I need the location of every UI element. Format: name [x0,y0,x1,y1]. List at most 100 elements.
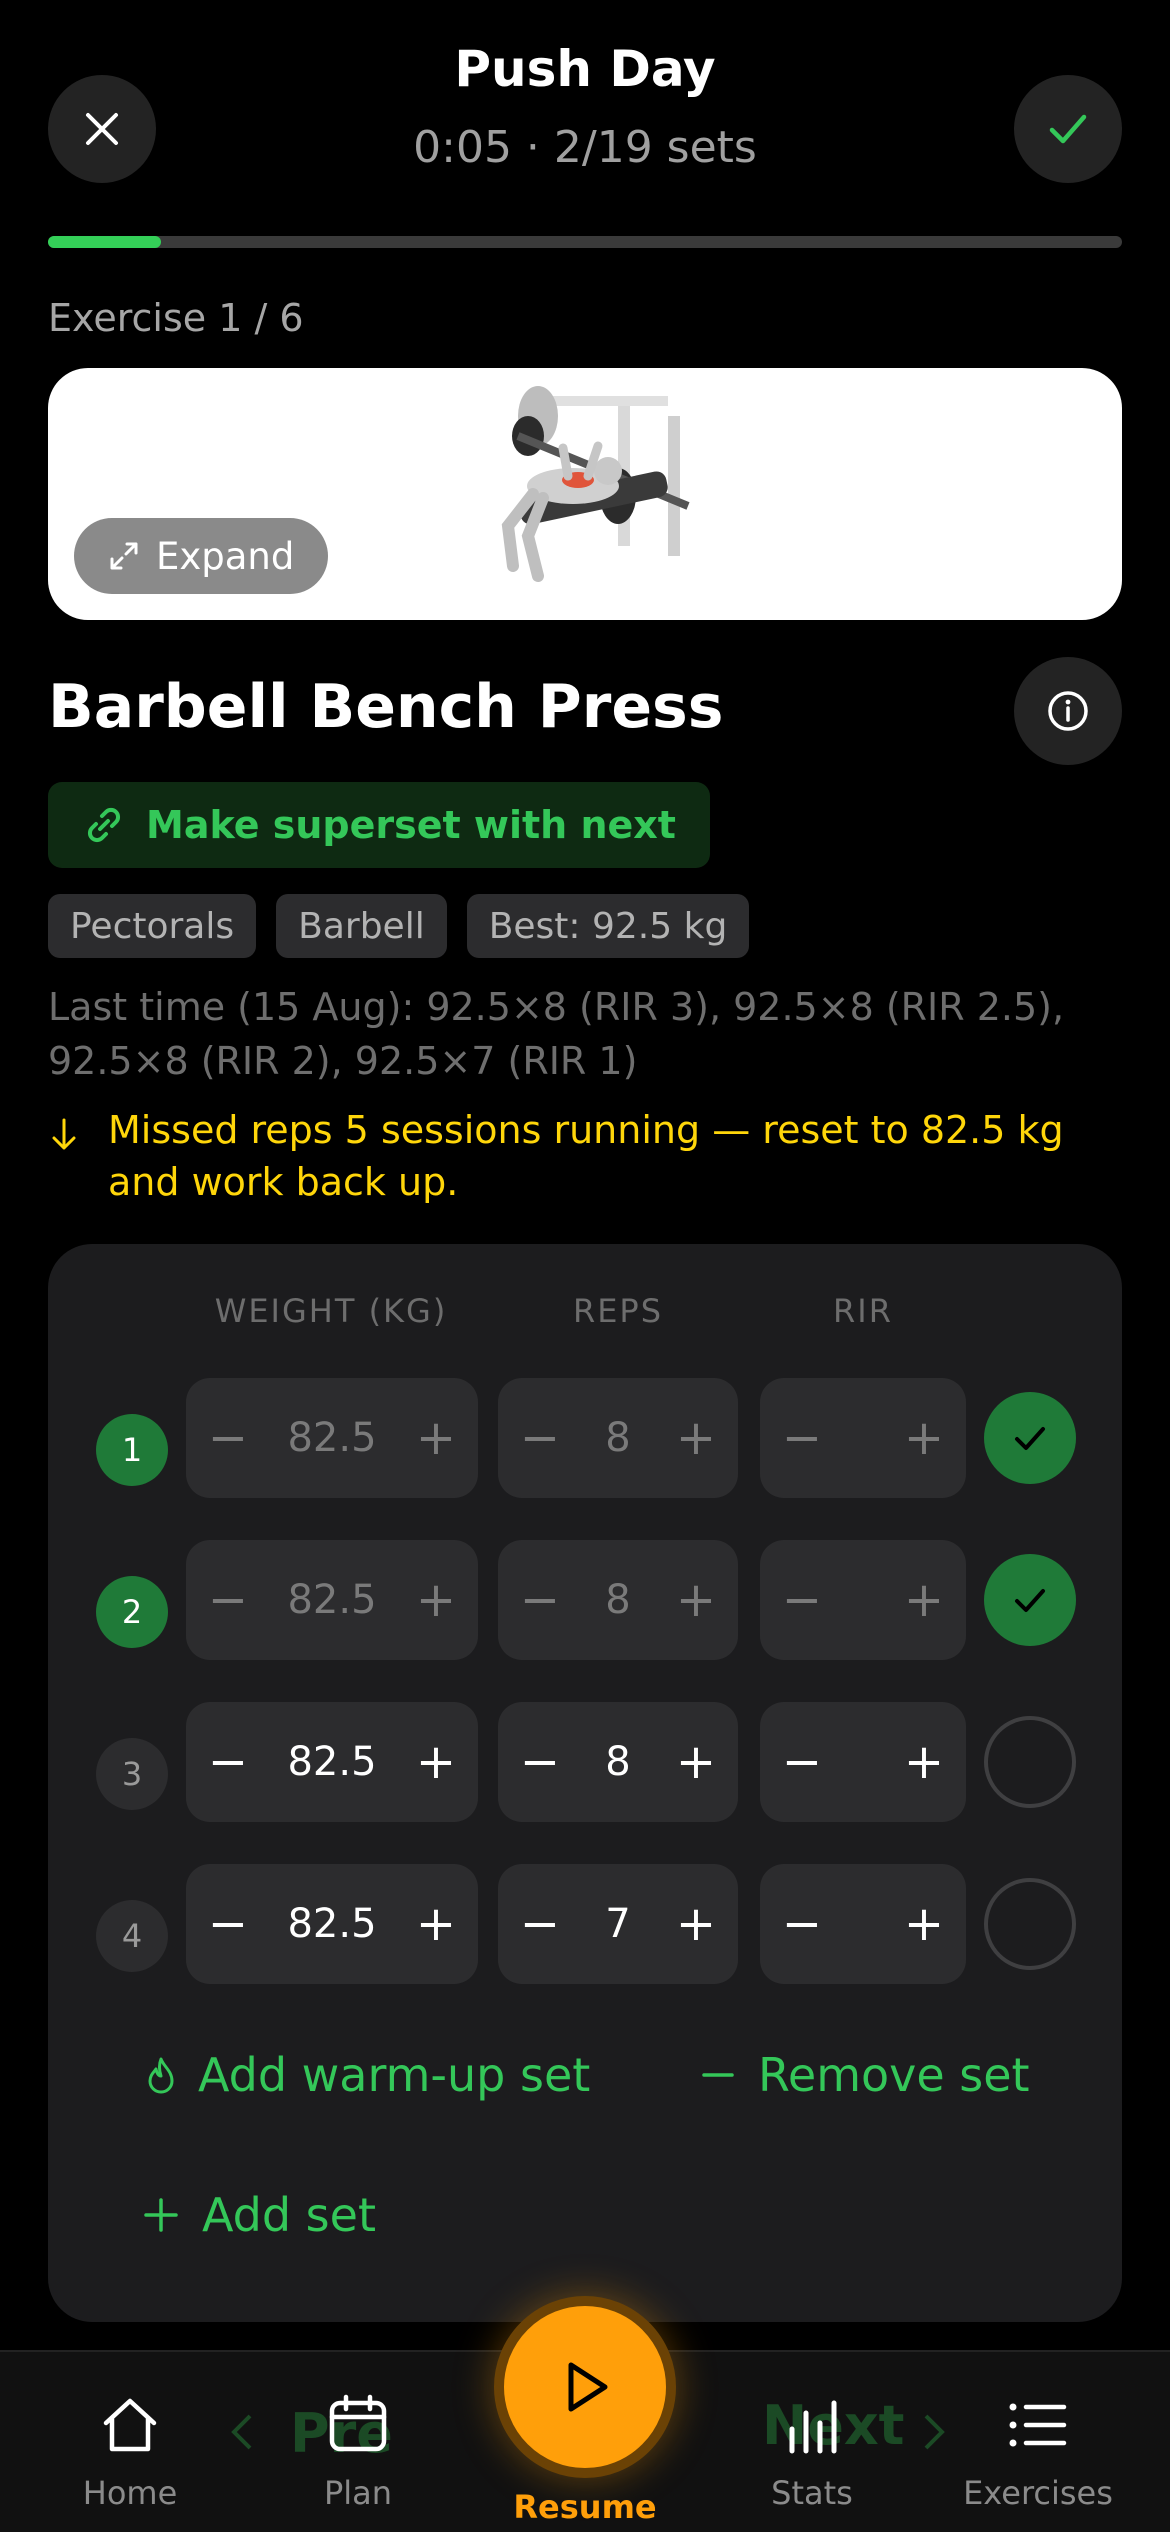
tab-plan-label: Plan [323,2474,393,2512]
weight-stepper: −82.5 + [186,1702,478,1822]
set-complete-toggle[interactable] [984,1554,1076,1646]
set-number: 2 [96,1576,168,1648]
rir-stepper: − + [760,1864,966,1984]
reps-decrement-button[interactable]: − [512,1896,568,1952]
reps-value[interactable]: 8 [568,1577,668,1623]
tab-resume-label: Resume [513,2488,657,2526]
rir-column-header: RIR [833,1292,893,1330]
reps-stepper: −7 + [498,1864,738,1984]
reps-value[interactable]: 7 [568,1901,668,1947]
set-complete-toggle[interactable] [984,1392,1076,1484]
weight-value[interactable]: 82.5 [256,1739,408,1785]
add-set-label: Add set [202,2188,376,2242]
reps-stepper: −8 + [498,1540,738,1660]
arrow-down-icon [52,1118,76,1150]
rir-stepper: − + [760,1702,966,1822]
tab-exercises-label: Exercises [963,2474,1113,2512]
add-warmup-set-button[interactable]: Add warm-up set [146,2048,590,2102]
rir-decrement-button[interactable]: − [774,1410,830,1466]
rir-decrement-button[interactable]: − [774,1572,830,1628]
set-number: 4 [96,1900,168,1972]
exercise-info-button[interactable] [1014,657,1122,765]
weight-decrement-button[interactable]: − [200,1572,256,1628]
set-number: 1 [96,1414,168,1486]
exercise-tags: Pectorals Barbell Best: 92.5 kg [48,894,750,958]
tab-home[interactable]: Home [40,2350,220,2512]
plus-icon [144,2198,178,2232]
checkmark-icon [1015,1589,1045,1612]
home-icon [103,2398,157,2452]
reps-decrement-button[interactable]: − [512,1410,568,1466]
workout-title: Push Day [454,40,716,98]
equipment-tag: Barbell [276,894,447,958]
reps-value[interactable]: 8 [568,1739,668,1785]
weight-stepper: −82.5 + [186,1540,478,1660]
weight-stepper: −82.5 + [186,1864,478,1984]
tab-plan[interactable]: Plan [268,2350,448,2512]
weight-stepper: −82.5 + [186,1378,478,1498]
link-icon [87,807,121,843]
info-icon [1048,691,1088,731]
weight-increment-button[interactable]: + [408,1896,464,1952]
set-row: 2−82.5 + −8 + − + [96,1540,1076,1660]
weight-value[interactable]: 82.5 [256,1577,408,1623]
tab-stats-label: Stats [771,2474,853,2512]
rir-increment-button[interactable]: + [896,1896,952,1952]
set-complete-toggle[interactable] [984,1878,1076,1970]
list-icon [1009,2403,1067,2447]
tab-resume[interactable]: Resume [495,2350,675,2526]
best-tag: Best: 92.5 kg [466,894,750,958]
reps-increment-button[interactable]: + [668,1572,724,1628]
muscle-tag: Pectorals [48,894,257,958]
weight-increment-button[interactable]: + [408,1410,464,1466]
weight-decrement-button[interactable]: − [200,1410,256,1466]
weight-increment-button[interactable]: + [408,1734,464,1790]
ghost-chevron-left-icon [231,2414,252,2450]
remove-set-button[interactable]: Remove set [700,2048,1030,2102]
expand-image-button[interactable]: Expand [74,518,329,594]
deload-warning: Missed reps 5 sessions running — reset t… [48,1104,1128,1208]
rir-stepper: − + [760,1378,966,1498]
set-complete-toggle[interactable] [984,1716,1076,1808]
reps-stepper: −8 + [498,1702,738,1822]
set-row: 3−82.5 + −8 + − + [96,1702,1076,1822]
add-set-button[interactable]: Add set [142,2188,376,2242]
tab-home-label: Home [82,2474,178,2512]
reps-decrement-button[interactable]: − [512,1572,568,1628]
workout-progress-bar [48,236,1122,248]
exercise-image-card[interactable]: Expand [48,368,1122,620]
weight-increment-button[interactable]: + [408,1572,464,1628]
exercise-counter: Exercise 1 / 6 [48,296,304,340]
reps-decrement-button[interactable]: − [512,1734,568,1790]
bar-chart-icon [789,2400,837,2454]
rir-increment-button[interactable]: + [896,1734,952,1790]
finish-workout-button[interactable] [1014,75,1122,183]
reps-increment-button[interactable]: + [668,1896,724,1952]
bench-press-illustration [501,386,690,582]
reps-value[interactable]: 8 [568,1415,668,1461]
weight-decrement-button[interactable]: − [200,1896,256,1952]
remove-set-label: Remove set [758,2048,1030,2102]
set-row: 4−82.5 + −7 + − + [96,1864,1076,1984]
weight-value[interactable]: 82.5 [256,1415,408,1461]
rir-increment-button[interactable]: + [896,1572,952,1628]
tab-stats[interactable]: Stats [722,2350,902,2512]
weight-value[interactable]: 82.5 [256,1901,408,1947]
tab-exercises[interactable]: Exercises [948,2350,1128,2512]
rir-increment-button[interactable]: + [896,1410,952,1466]
ghost-chevron-right-icon [924,2414,945,2450]
reps-increment-button[interactable]: + [668,1410,724,1466]
add-warmup-label: Add warm-up set [198,2048,591,2102]
checkmark-icon [1049,114,1087,144]
rir-decrement-button[interactable]: − [774,1896,830,1952]
reps-increment-button[interactable]: + [668,1734,724,1790]
minus-icon [702,2073,734,2077]
expand-label: Expand [156,534,295,578]
superset-label: Make superset with next [146,803,676,847]
reps-stepper: −8 + [498,1378,738,1498]
rir-decrement-button[interactable]: − [774,1734,830,1790]
weight-decrement-button[interactable]: − [200,1734,256,1790]
workout-subtitle: 0:05 · 2/19 sets [413,122,757,173]
last-time-summary: Last time (15 Aug): 92.5×8 (RIR 3), 92.5… [48,985,1065,1083]
make-superset-button[interactable]: Make superset with next [48,782,710,868]
